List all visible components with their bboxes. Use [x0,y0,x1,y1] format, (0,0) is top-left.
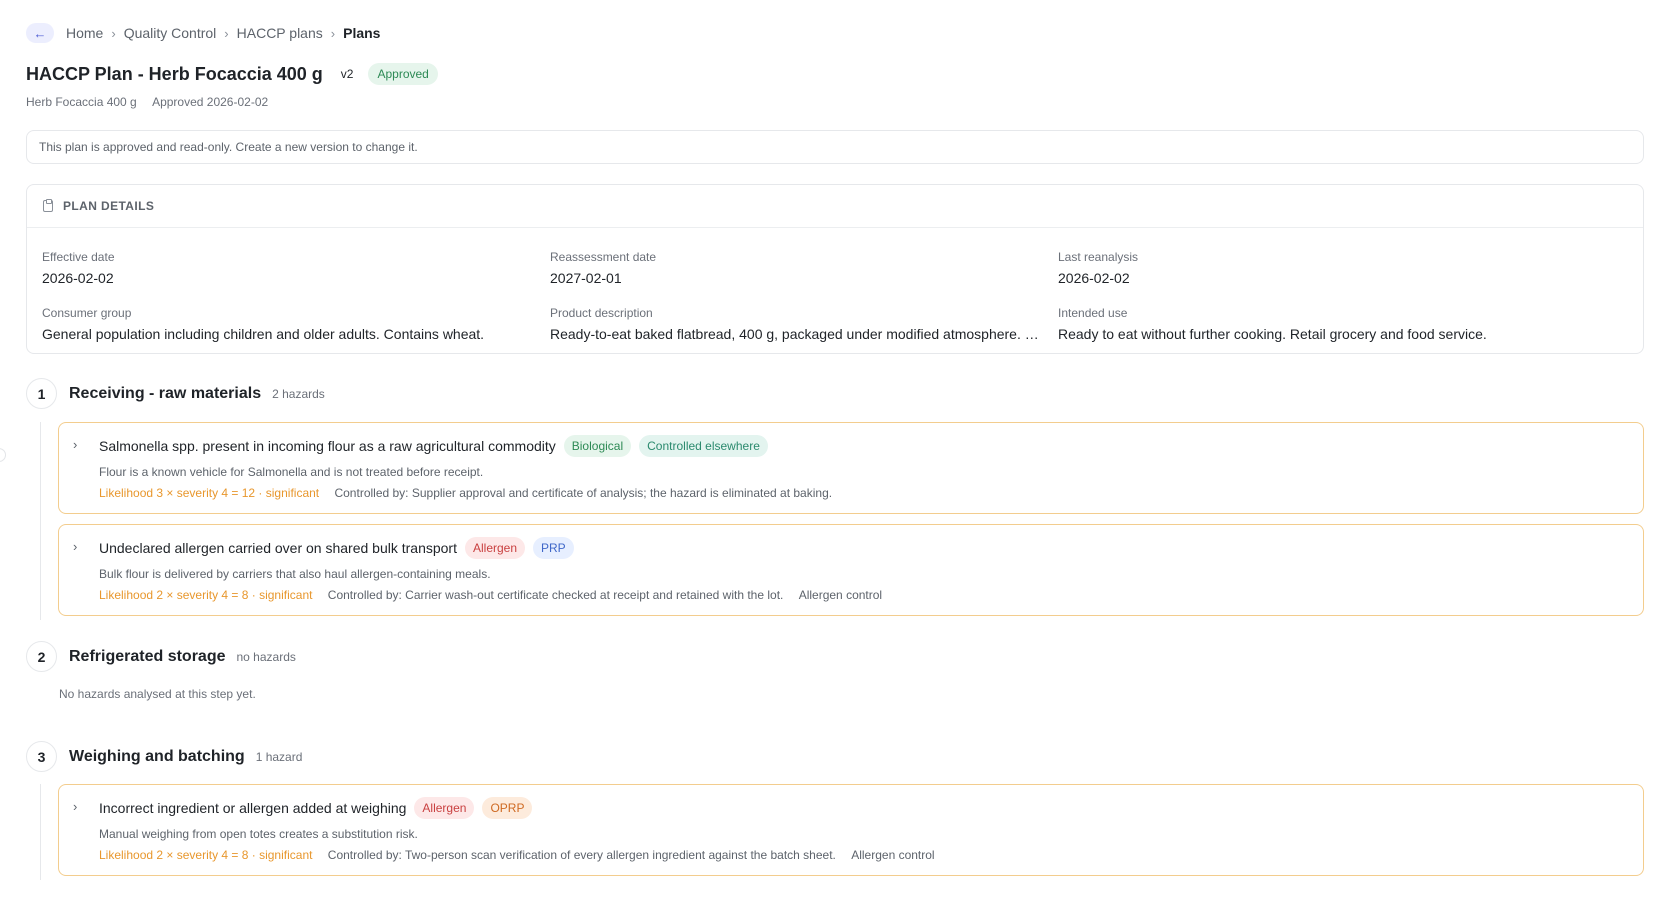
detail-intended-use: Intended use Ready to eat without furthe… [1058,306,1558,342]
breadcrumb-quality-control[interactable]: Quality Control [124,25,217,41]
detail-value: Ready to eat without further cooking. Re… [1058,326,1487,342]
hazard-type-tag: Biological [563,435,632,457]
hazard-meta: Likelihood 2 × severity 4 = 8 · signific… [99,588,882,602]
detail-value: Ready-to-eat baked flatbread, 400 g, pac… [550,326,1050,342]
detail-label: Product description [550,306,653,320]
risk-score: Likelihood 2 × severity 4 = 8 · signific… [99,848,313,862]
hazard-name: Salmonella spp. present in incoming flou… [99,438,556,454]
hazard-meta: Likelihood 3 × severity 4 = 12 · signifi… [99,486,832,500]
control-type-tag: OPRP [482,797,533,819]
chevron-right-icon[interactable]: › [73,539,77,554]
program-label: Allergen control [851,848,935,862]
detail-label: Effective date [42,250,115,264]
step-rail [40,784,41,880]
step-rail [40,422,41,620]
chevron-right-icon[interactable]: › [73,437,77,452]
step-hazard-count: 2 hazards [272,386,325,401]
chevron-right-icon: › [111,25,116,41]
hazard-card[interactable]: › Incorrect ingredient or allergen added… [58,784,1644,876]
detail-last-reanalysis: Last reanalysis 2026-02-02 [1058,250,1558,286]
approved-date: Approved 2026-02-02 [152,95,269,109]
detail-label: Last reanalysis [1058,250,1139,264]
control-type-tag: PRP [533,537,574,559]
breadcrumb-home[interactable]: Home [66,25,103,41]
control-measure: Controlled by: Carrier wash-out certific… [327,588,784,602]
detail-value: 2026-02-02 [1058,270,1130,286]
control-measure: Controlled by: Supplier approval and cer… [334,486,833,500]
hazard-card[interactable]: › Undeclared allergen carried over on sh… [58,524,1644,616]
page-header: HACCP Plan - Herb Focaccia 400 g v2 Appr… [26,60,438,88]
product-name: Herb Focaccia 400 g [26,95,137,109]
read-only-notice: This plan is approved and read-only. Cre… [26,130,1644,164]
risk-score: Likelihood 2 × severity 4 = 8 · signific… [99,588,313,602]
step-hazard-count: 1 hazard [255,749,303,764]
arrow-left-icon: ← [33,25,47,41]
hazard-type-tag: Allergen [414,797,475,819]
hazard-name: Incorrect ingredient or allergen added a… [99,800,407,816]
breadcrumb-current: Plans [343,25,381,41]
breadcrumb: ← Home › Quality Control › HACCP plans ›… [26,22,380,44]
step-number: 1 [26,378,57,409]
step-name: Weighing and batching [69,747,245,765]
breadcrumb-haccp-plans[interactable]: HACCP plans [237,25,323,41]
process-step: 2 Refrigerated storage no hazards [26,641,296,672]
plan-details-card: PLAN DETAILS Effective date 2026-02-02 R… [26,184,1644,354]
process-step: 3 Weighing and batching 1 hazard [26,741,302,772]
hazard-name: Undeclared allergen carried over on shar… [99,540,457,556]
detail-label: Intended use [1058,306,1128,320]
plan-details-title: PLAN DETAILS [63,199,155,213]
risk-score: Likelihood 3 × severity 4 = 12 · signifi… [99,486,320,500]
program-label: Allergen control [798,588,883,602]
step-hazard-count: no hazards [236,649,296,664]
detail-product-description: Product description Ready-to-eat baked f… [550,306,1050,342]
step-name: Refrigerated storage [69,647,226,665]
step-number: 2 [26,641,57,672]
hazard-title-row: Salmonella spp. present in incoming flou… [99,435,768,457]
plan-details-header: PLAN DETAILS [27,185,1643,228]
chevron-right-icon: › [224,25,229,41]
step-name: Receiving - raw materials [69,384,262,402]
sidebar-collapse-handle[interactable] [0,448,6,462]
detail-label: Reassessment date [550,250,657,264]
plan-subline: Herb Focaccia 400 g Approved 2026-02-02 [26,95,268,109]
status-badge: Approved [368,63,438,85]
detail-value: 2026-02-02 [42,270,114,286]
hazard-card[interactable]: › Salmonella spp. present in incoming fl… [58,422,1644,514]
chevron-right-icon[interactable]: › [73,799,77,814]
detail-value: 2027-02-01 [550,270,622,286]
step-number: 3 [26,741,57,772]
chevron-right-icon: › [330,25,336,41]
page-title: HACCP Plan - Herb Focaccia 400 g [26,63,323,84]
hazard-description: Flour is a known vehicle for Salmonella … [99,465,484,479]
clipboard-icon [43,199,53,212]
version-label: v2 [340,67,354,81]
process-step: 1 Receiving - raw materials 2 hazards [26,378,325,409]
detail-value: General population including children an… [42,326,485,342]
detail-effective-date: Effective date 2026-02-02 [42,250,542,286]
plan-details-grid: Effective date 2026-02-02 Reassessment d… [27,228,1643,354]
detail-consumer-group: Consumer group General population includ… [42,306,542,342]
empty-hazards-note: No hazards analysed at this step yet. [59,687,256,701]
back-button[interactable]: ← [26,23,54,43]
hazard-meta: Likelihood 2 × severity 4 = 8 · signific… [99,848,935,862]
detail-reassessment-date: Reassessment date 2027-02-01 [550,250,1050,286]
control-type-tag: Controlled elsewhere [639,435,768,457]
control-measure: Controlled by: Two-person scan verificat… [327,848,836,862]
hazard-title-row: Incorrect ingredient or allergen added a… [99,797,533,819]
hazard-description: Manual weighing from open totes creates … [99,827,418,841]
detail-label: Consumer group [42,306,132,320]
hazard-description: Bulk flour is delivered by carriers that… [99,567,491,581]
hazard-title-row: Undeclared allergen carried over on shar… [99,537,574,559]
hazard-type-tag: Allergen [464,537,526,559]
